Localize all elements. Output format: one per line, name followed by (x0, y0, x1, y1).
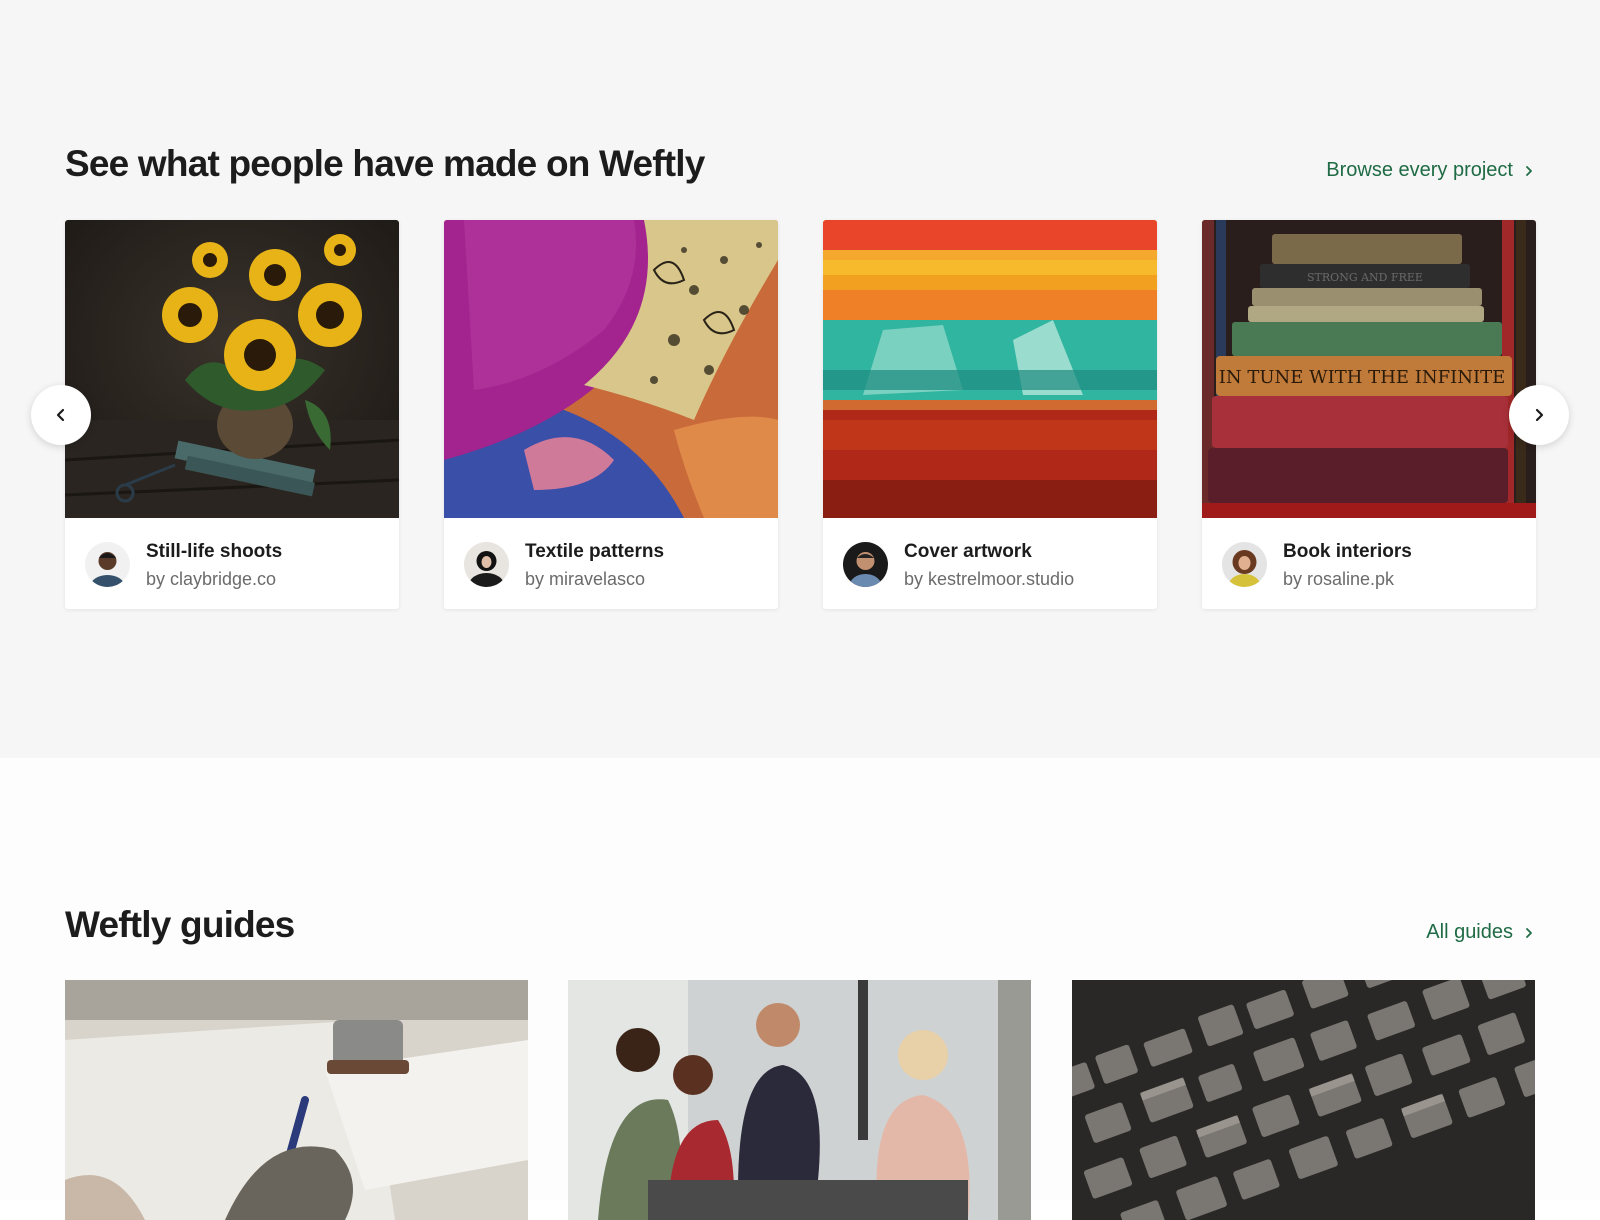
letterpress-type-photo (1072, 980, 1535, 1220)
card-author: by kestrelmoor.studio (904, 569, 1075, 589)
project-card[interactable]: Cover artwork by kestrelmoor.studio (823, 220, 1157, 609)
showcase-section: See what people have made on Weftly Brow… (0, 0, 1600, 758)
guide-card[interactable] (568, 980, 1031, 1220)
all-guides-link[interactable]: All guides (1426, 921, 1535, 944)
all-guides-label: All guides (1426, 921, 1513, 943)
card-author: by claybridge.co (146, 569, 277, 589)
avatar (1222, 542, 1267, 587)
card-title: Textile patterns (525, 541, 665, 562)
chevron-right-icon (1526, 165, 1532, 176)
project-card[interactable]: Textile patterns by miravelasco (444, 220, 778, 609)
avatar (843, 542, 888, 587)
project-card[interactable]: STRONG AND FREE IN TUNE WITH THE INFINIT… (1202, 220, 1536, 609)
book-spine-text: IN TUNE WITH THE INFINITE (1219, 367, 1505, 388)
card-author: by rosaline.pk (1283, 569, 1395, 589)
writing-notes-photo (65, 980, 528, 1220)
chevron-right-icon (1535, 408, 1544, 422)
card-title: Cover artwork (904, 541, 1032, 562)
guide-card[interactable] (1072, 980, 1535, 1220)
avatar (85, 542, 130, 587)
sunflowers-photo (65, 220, 399, 518)
abstract-painting-photo (823, 220, 1157, 518)
card-title: Still-life shoots (146, 541, 283, 562)
card-author: by miravelasco (525, 569, 646, 589)
browse-projects-label: Browse every project (1326, 159, 1513, 181)
book-spine-text: STRONG AND FREE (1307, 271, 1423, 284)
carousel-prev-button[interactable] (31, 385, 91, 445)
team-meeting-photo (568, 980, 1031, 1220)
guides-section: Weftly guides All guides (0, 758, 1600, 1220)
guides-title: Weftly guides (65, 904, 295, 945)
project-card[interactable]: Still-life shoots by claybridge.co (65, 220, 399, 609)
browse-projects-link[interactable]: Browse every project (1326, 159, 1535, 182)
avatar (464, 542, 509, 587)
fabric-photo (444, 220, 778, 518)
guide-card[interactable] (65, 980, 528, 1220)
book-stack-photo: STRONG AND FREE IN TUNE WITH THE INFINIT… (1202, 220, 1536, 518)
chevron-left-icon (56, 408, 65, 422)
carousel-next-button[interactable] (1509, 385, 1569, 445)
chevron-right-icon (1526, 927, 1532, 938)
showcase-title: See what people have made on Weftly (65, 143, 705, 184)
card-title: Book interiors (1283, 541, 1412, 562)
